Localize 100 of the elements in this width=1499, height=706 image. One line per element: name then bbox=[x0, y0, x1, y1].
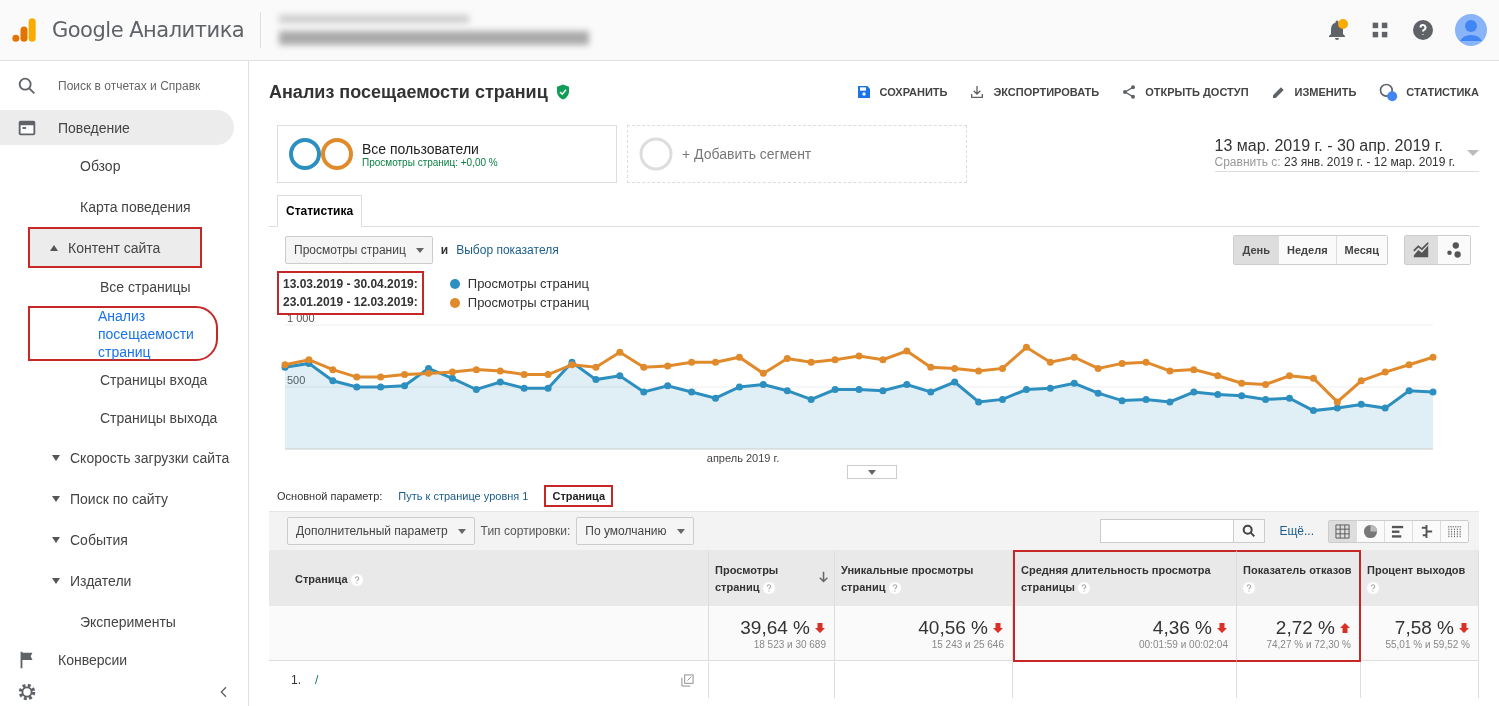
legend-date-range: 13.03.2019 - 30.04.2019: bbox=[283, 277, 418, 291]
pie-view-button[interactable] bbox=[1357, 520, 1385, 542]
data-point bbox=[1118, 397, 1126, 405]
data-point bbox=[1286, 394, 1293, 402]
open-external-icon[interactable] bbox=[681, 673, 694, 687]
primary-dimension-label: Основной параметр: bbox=[277, 490, 383, 502]
sidebar-item[interactable]: Все страницы bbox=[0, 268, 234, 307]
page-link[interactable]: / bbox=[315, 673, 319, 687]
sidebar-item[interactable]: Издатели bbox=[0, 560, 234, 602]
data-point bbox=[831, 386, 839, 393]
data-point bbox=[1405, 361, 1413, 369]
sidebar-item[interactable]: Карта поведения bbox=[0, 186, 234, 228]
data-point bbox=[855, 352, 863, 360]
dimension-link[interactable]: Путь к странице уровня 1 bbox=[390, 485, 537, 507]
data-point bbox=[879, 387, 887, 395]
table-search-field[interactable] bbox=[1100, 519, 1266, 543]
legend-label: Просмотры страниц bbox=[467, 295, 589, 310]
sidebar-item[interactable]: События bbox=[0, 519, 234, 561]
column-header[interactable]: Показатель отказов bbox=[1237, 550, 1361, 606]
toolbar-action-button[interactable]: ИЗМЕНИТЬ bbox=[1270, 82, 1357, 102]
sidebar-item[interactable]: Анализ посещаемости страниц bbox=[28, 306, 218, 362]
data-point bbox=[735, 383, 743, 391]
settings-icon[interactable] bbox=[16, 681, 38, 703]
data-point bbox=[1046, 384, 1054, 392]
data-point bbox=[1309, 407, 1317, 415]
bars-view-button[interactable] bbox=[1385, 520, 1413, 542]
sidebar-section[interactable]: Поведение bbox=[0, 110, 234, 146]
choose-metric-link[interactable]: Выбор показателя bbox=[456, 243, 559, 257]
date-range-picker[interactable]: 13 мар. 2019 г. - 30 апр. 2019 г. Сравнить с: 23 янв. 2019 г. - 12 мар. 2019 г. bbox=[1214, 136, 1479, 172]
more-link[interactable]: Ещё... bbox=[1279, 524, 1314, 538]
area-chart-icon bbox=[1412, 241, 1430, 259]
column-header[interactable]: Страница bbox=[269, 550, 709, 606]
chart-collapse-handle[interactable] bbox=[847, 465, 897, 479]
sidebar-item[interactable]: Обзор bbox=[0, 145, 234, 187]
toolbar-action-button[interactable]: СОХРАНИТЬ bbox=[855, 82, 948, 102]
bubble-chart-button[interactable] bbox=[1438, 236, 1470, 264]
comparison-icon bbox=[1419, 523, 1434, 539]
data-point bbox=[401, 382, 409, 390]
data-point bbox=[329, 377, 337, 385]
data-point bbox=[1309, 374, 1317, 382]
sort-dropdown[interactable]: По умолчанию bbox=[576, 517, 694, 545]
help-icon[interactable] bbox=[1411, 18, 1435, 42]
totals-cell: 7,58 % 55,01 % и 59,52 % bbox=[1361, 606, 1479, 661]
compare-view-button[interactable] bbox=[1413, 520, 1441, 542]
totals-cell: 4,36 % 00:01:59 и 00:02:04 bbox=[1013, 606, 1237, 662]
toolbar-action-button[interactable]: СТАТИСТИКА bbox=[1378, 82, 1479, 102]
data-point bbox=[1214, 372, 1222, 380]
report-tab[interactable]: Статистика bbox=[277, 195, 363, 227]
avatar-icon[interactable] bbox=[1455, 14, 1487, 46]
data-point bbox=[496, 367, 504, 375]
dimension-link[interactable]: Страница bbox=[544, 485, 614, 507]
period-button[interactable]: День bbox=[1234, 236, 1279, 264]
data-point bbox=[975, 398, 983, 406]
search-field[interactable]: Поиск в отчетах и Справк bbox=[58, 78, 201, 93]
data-point bbox=[999, 364, 1006, 372]
data-point bbox=[855, 386, 863, 393]
toolbar-action-button[interactable]: ЭКСПОРТИРОВАТЬ bbox=[969, 82, 1100, 102]
sidebar-item[interactable]: Страницы входа bbox=[0, 361, 234, 400]
data-point bbox=[520, 384, 528, 392]
pivot-table-icon bbox=[1447, 523, 1462, 539]
column-header[interactable]: Просмотры страниц bbox=[709, 550, 835, 606]
data-point bbox=[1357, 377, 1365, 385]
sidebar-item[interactable]: Эксперименты bbox=[0, 601, 234, 643]
period-button[interactable]: Месяц bbox=[1336, 236, 1387, 264]
toolbar-action-button[interactable]: ОТКРЫТЬ ДОСТУП bbox=[1121, 82, 1249, 102]
blurred-account-name[interactable] bbox=[279, 15, 589, 45]
pivot-view-button[interactable] bbox=[1441, 520, 1468, 542]
insights-icon bbox=[1378, 82, 1399, 102]
data-point bbox=[688, 388, 696, 396]
data-point bbox=[1142, 395, 1150, 403]
period-button[interactable]: Неделя bbox=[1279, 236, 1337, 264]
secondary-dimension-dropdown[interactable]: Дополнительный параметр bbox=[287, 517, 475, 545]
column-header[interactable]: Уникальные просмотры страниц bbox=[835, 550, 1013, 606]
sidebar-section[interactable]: Конверсии bbox=[0, 642, 234, 677]
line-chart-button[interactable] bbox=[1405, 236, 1438, 264]
add-segment-card[interactable]: + Добавить сегмент bbox=[627, 125, 967, 183]
y-tick-label: 500 bbox=[287, 374, 306, 386]
table-view-button[interactable] bbox=[1329, 520, 1357, 542]
row-index: 1. bbox=[291, 673, 301, 687]
data-point bbox=[616, 348, 624, 356]
sidebar-item[interactable]: Поиск по сайту bbox=[0, 478, 234, 520]
sidebar-item[interactable]: Страницы выхода bbox=[0, 399, 234, 438]
data-point bbox=[759, 369, 767, 377]
data-point bbox=[640, 363, 648, 371]
column-header[interactable]: Процент выходов bbox=[1361, 550, 1479, 606]
sidebar-item[interactable]: Контент сайта bbox=[28, 227, 202, 269]
data-point bbox=[544, 371, 552, 379]
metric-dropdown[interactable]: Просмотры страниц bbox=[285, 236, 433, 264]
data-point bbox=[1070, 379, 1078, 387]
sort-arrow-icon[interactable] bbox=[818, 570, 828, 584]
data-point bbox=[1286, 372, 1293, 380]
bar-chart-icon bbox=[1391, 523, 1406, 539]
data-point bbox=[999, 395, 1006, 403]
report-title: Анализ посещаемости страниц bbox=[269, 81, 548, 103]
data-point bbox=[592, 376, 600, 384]
data-point bbox=[903, 347, 911, 355]
segment-card[interactable]: Все пользователи Просмотры страниц: +0,00 % bbox=[277, 125, 617, 183]
sidebar-item[interactable]: Скорость загрузки сайта bbox=[0, 437, 234, 479]
column-header[interactable]: Средняя длительность просмотра страницы bbox=[1013, 550, 1237, 606]
search-icon[interactable] bbox=[1241, 523, 1258, 539]
